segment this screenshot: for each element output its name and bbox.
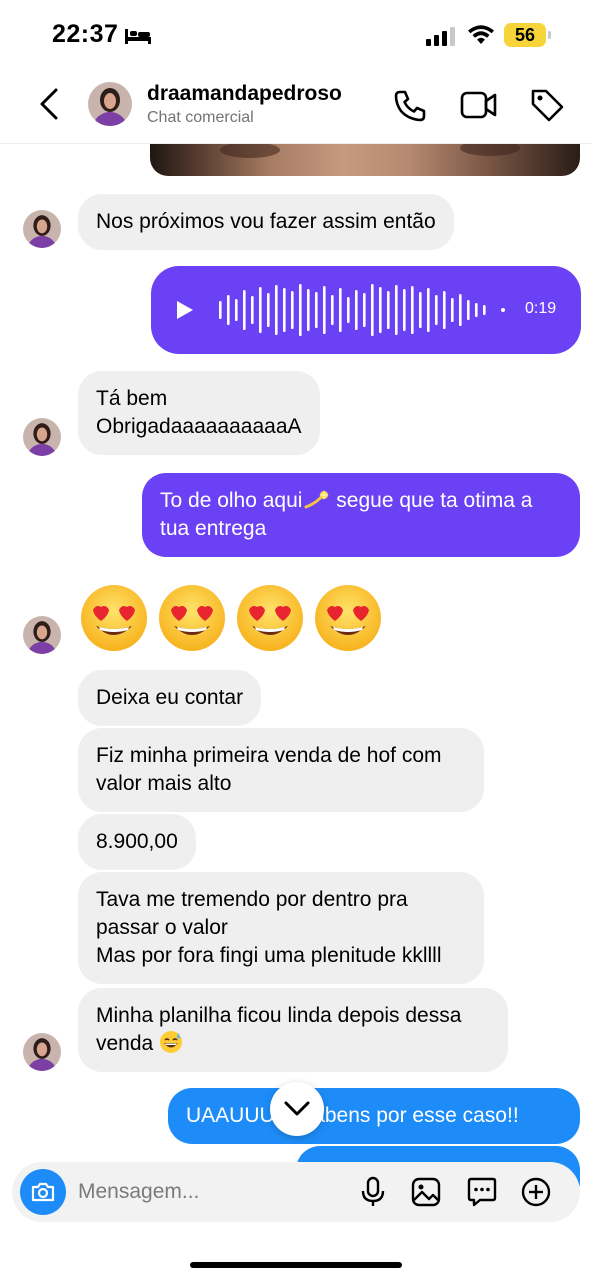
microphone-icon[interactable] bbox=[360, 1176, 386, 1208]
sender-avatar[interactable] bbox=[23, 210, 61, 248]
sender-avatar[interactable] bbox=[23, 616, 61, 654]
waveform-bar bbox=[403, 289, 406, 331]
sender-avatar[interactable] bbox=[23, 418, 61, 456]
incoming-message[interactable]: Tá bem ObrigadaaaaaaaaaaA bbox=[78, 371, 320, 455]
waveform-bar bbox=[459, 294, 462, 326]
waveform-bar bbox=[331, 295, 334, 325]
waveform-bar bbox=[307, 289, 310, 331]
plus-circle-icon[interactable] bbox=[520, 1176, 552, 1208]
battery-level: 56 bbox=[514, 24, 536, 45]
image-icon[interactable] bbox=[410, 1176, 442, 1208]
waveform-bar bbox=[267, 293, 270, 327]
waveform-dot bbox=[501, 308, 505, 312]
outgoing-message[interactable]: UAAUUU Parabens por esse caso!! bbox=[168, 1088, 580, 1144]
outgoing-message[interactable]: To de olho aqui segue que ta otima a tua… bbox=[142, 473, 580, 557]
sender-avatar[interactable] bbox=[23, 1033, 61, 1071]
message-text: Tava me tremendo por dentro pra passar o… bbox=[96, 888, 408, 939]
waveform-bar bbox=[483, 305, 486, 315]
incoming-message[interactable]: Minha planilha ficou linda depois dessa … bbox=[78, 988, 508, 1072]
message-text: To de olho aqui bbox=[160, 489, 303, 512]
chevron-left-icon[interactable] bbox=[36, 86, 64, 122]
waveform-bar bbox=[451, 298, 454, 322]
message-composer bbox=[12, 1162, 580, 1222]
waveform-bar bbox=[363, 293, 366, 327]
waveform-bar bbox=[347, 297, 350, 323]
camera-button[interactable] bbox=[20, 1169, 66, 1215]
waveform-bar bbox=[395, 285, 398, 335]
contact-avatar[interactable] bbox=[88, 82, 132, 126]
waveform-bar bbox=[259, 287, 262, 333]
waveform-bar bbox=[355, 290, 358, 330]
message-text: Fiz minha primeira venda de hof com valo… bbox=[96, 744, 442, 795]
battery-indicator: 56 bbox=[504, 23, 546, 47]
message-text: UAAUUU Parabens por esse caso!! bbox=[186, 1104, 519, 1127]
incoming-message[interactable]: 8.900,00 bbox=[78, 814, 196, 870]
message-text: 8.900,00 bbox=[96, 830, 178, 853]
cellular-signal-icon bbox=[426, 27, 455, 46]
home-indicator bbox=[190, 1262, 402, 1268]
grinning-sweat-emoji-icon bbox=[160, 1031, 183, 1053]
message-text: Deixa eu contar bbox=[96, 686, 244, 709]
waveform-bar bbox=[427, 288, 430, 332]
heart-eyes-emoji bbox=[315, 585, 381, 651]
waveform-bar bbox=[443, 291, 446, 329]
waveform-bar bbox=[323, 286, 326, 334]
scroll-to-bottom-button[interactable] bbox=[270, 1082, 324, 1136]
waveform-bar bbox=[379, 287, 382, 333]
waveform-bar bbox=[251, 296, 254, 324]
waveform-bar bbox=[291, 291, 294, 329]
message-text: Nos próximos vou fazer assim então bbox=[96, 210, 436, 233]
message-text: Tá bem bbox=[96, 387, 168, 410]
contact-name[interactable]: draamandapedroso bbox=[147, 82, 342, 106]
battery-tip bbox=[548, 31, 551, 39]
heart-eyes-emoji bbox=[159, 585, 225, 651]
camera-icon bbox=[31, 1182, 55, 1202]
waveform-bar bbox=[283, 288, 286, 332]
waveform-bar bbox=[243, 290, 246, 330]
chevron-down-icon bbox=[284, 1101, 310, 1116]
waveform-bar bbox=[387, 291, 390, 329]
incoming-message[interactable]: Tava me tremendo por dentro pra passar o… bbox=[78, 872, 484, 984]
waveform-bar bbox=[435, 295, 438, 325]
waveform-bar bbox=[411, 286, 414, 334]
incoming-message[interactable]: Fiz minha primeira venda de hof com valo… bbox=[78, 728, 484, 812]
waveform-bar bbox=[467, 300, 470, 320]
video-camera-icon[interactable] bbox=[460, 90, 498, 120]
chat-sticker-icon[interactable] bbox=[466, 1176, 498, 1208]
outgoing-voice-message[interactable]: 0:19 bbox=[151, 266, 581, 354]
waveform-bar bbox=[315, 292, 318, 328]
waveform-bar bbox=[219, 301, 222, 319]
heart-eyes-emoji-message[interactable] bbox=[80, 582, 400, 654]
incoming-message[interactable]: Deixa eu contar bbox=[78, 670, 262, 726]
waveform-bar bbox=[371, 284, 374, 336]
waveform-bar bbox=[475, 303, 478, 317]
play-icon[interactable] bbox=[175, 299, 195, 321]
tag-icon[interactable] bbox=[528, 86, 566, 124]
heart-eyes-emoji bbox=[237, 585, 303, 651]
waveform-bar bbox=[299, 284, 302, 336]
waveform-bar bbox=[235, 299, 238, 321]
heart-eyes-emoji bbox=[81, 585, 147, 651]
dizzy-emoji-icon bbox=[304, 490, 330, 509]
message-input[interactable] bbox=[78, 1176, 348, 1208]
waveform-bar bbox=[419, 292, 422, 328]
message-text: Minha planilha ficou linda depois dessa … bbox=[96, 1004, 462, 1055]
chat-header: draamandapedroso Chat comercial bbox=[0, 66, 592, 144]
status-time: 22:37 bbox=[52, 20, 119, 48]
wifi-icon bbox=[468, 25, 494, 44]
waveform-bar bbox=[275, 285, 278, 335]
audio-waveform[interactable] bbox=[217, 282, 517, 338]
phone-icon[interactable] bbox=[392, 88, 428, 124]
chat-type-label: Chat comercial bbox=[147, 109, 254, 126]
status-bar: 22:37 56 bbox=[0, 0, 592, 66]
message-text: ObrigadaaaaaaaaaaA bbox=[96, 415, 302, 438]
message-text: Mas por fora fingi uma plenitude kkllll bbox=[96, 944, 442, 967]
incoming-message[interactable]: Nos próximos vou fazer assim então bbox=[78, 194, 454, 250]
voice-duration: 0:19 bbox=[525, 300, 557, 317]
waveform-bar bbox=[339, 288, 342, 332]
waveform-bar bbox=[227, 295, 230, 325]
sleep-focus-icon bbox=[125, 29, 151, 44]
